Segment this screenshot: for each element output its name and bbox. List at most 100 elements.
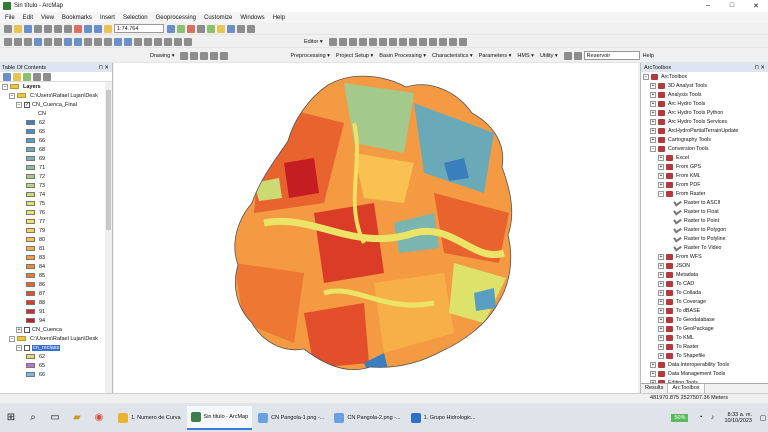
- rectangle-icon[interactable]: [200, 51, 209, 60]
- tab-results[interactable]: Results: [641, 384, 669, 393]
- menu-view[interactable]: View: [41, 15, 54, 21]
- menu-selection[interactable]: Selection: [123, 15, 148, 21]
- toolbox-item[interactable]: +3D Analyst Tools: [641, 81, 768, 90]
- minimize-button[interactable]: –: [696, 2, 720, 10]
- identify-icon[interactable]: [114, 37, 122, 46]
- menu-geoprocessing[interactable]: Geoprocessing: [156, 15, 196, 21]
- font-color-icon[interactable]: [220, 51, 229, 60]
- chrome-icon[interactable]: ◉: [88, 407, 110, 429]
- toolbox-item[interactable]: + From GPS: [641, 162, 768, 171]
- toolbox-item[interactable]: Raster to Polygon: [641, 225, 768, 234]
- legend-swatch[interactable]: [26, 372, 35, 377]
- layer-visibility-checkbox[interactable]: [24, 344, 30, 351]
- taskbar-app-button[interactable]: CN Pangola-1.png -...: [254, 406, 328, 430]
- task-view-icon[interactable]: ▭: [44, 407, 66, 429]
- cut-icon[interactable]: [44, 24, 52, 33]
- zoom-out-icon[interactable]: [14, 37, 22, 46]
- toolbox-item[interactable]: + Analysis Tools: [641, 90, 768, 99]
- expand-icon[interactable]: +: [658, 271, 664, 278]
- layer-cn-cuenca-row[interactable]: + CN_Cuenca: [0, 325, 112, 334]
- legend-swatch[interactable]: [26, 300, 35, 305]
- copy-icon[interactable]: [54, 24, 62, 33]
- list-by-drawing-order-icon[interactable]: [3, 72, 11, 81]
- expand-icon[interactable]: +: [658, 289, 664, 296]
- preprocessing-menu[interactable]: Preprocessing ▾: [290, 53, 329, 59]
- table-of-contents-icon[interactable]: [177, 24, 185, 33]
- collapse-icon[interactable]: −: [9, 92, 15, 99]
- rotate-element-icon[interactable]: [190, 51, 199, 60]
- rotate-icon[interactable]: [428, 37, 437, 46]
- attributes-icon[interactable]: [438, 37, 447, 46]
- editor-toolbar-icon[interactable]: [167, 24, 175, 33]
- catalog-icon[interactable]: [207, 24, 215, 33]
- toolbox-item[interactable]: + To Raster: [641, 342, 768, 351]
- fixed-zoom-out-icon[interactable]: [54, 37, 62, 46]
- toolbox-item[interactable]: + Excel: [641, 153, 768, 162]
- tab-arctoolbox[interactable]: ArcToolbox: [668, 384, 705, 393]
- expand-icon[interactable]: +: [650, 370, 656, 377]
- menu-edit[interactable]: Edit: [23, 15, 33, 21]
- layer-name-selected[interactable]: cn_reclass: [32, 344, 61, 351]
- menu-insert[interactable]: Insert: [100, 15, 115, 21]
- toolbox-item[interactable]: + From PDF: [641, 180, 768, 189]
- hydro-tool-2-icon[interactable]: [247, 24, 255, 33]
- go-to-xy-icon[interactable]: [164, 37, 172, 46]
- collapse-icon[interactable]: +: [650, 91, 656, 98]
- save-icon[interactable]: [24, 24, 32, 33]
- pan-icon[interactable]: [24, 37, 32, 46]
- toolbox-item[interactable]: Raster to Float: [641, 207, 768, 216]
- collapse-icon[interactable]: −: [650, 145, 656, 152]
- sketch-properties-icon[interactable]: [448, 37, 457, 46]
- taskbar-app-button[interactable]: 1. Numero de Curva: [114, 406, 185, 430]
- basin-processing-menu[interactable]: Basin Processing ▾: [379, 53, 426, 59]
- hydro-b-icon[interactable]: [573, 51, 582, 60]
- network-icon[interactable]: ◔: [694, 407, 706, 429]
- expand-icon[interactable]: +: [658, 325, 664, 332]
- print-icon[interactable]: [34, 24, 42, 33]
- legend-swatch[interactable]: [26, 363, 35, 368]
- fixed-zoom-in-icon[interactable]: [44, 37, 52, 46]
- html-popup-icon[interactable]: [134, 37, 142, 46]
- new-document-icon[interactable]: [4, 24, 12, 33]
- toolbox-item[interactable]: Raster to ASCII: [641, 198, 768, 207]
- menu-customize[interactable]: Customize: [204, 15, 232, 21]
- legend-swatch[interactable]: [26, 210, 35, 215]
- delete-icon[interactable]: [74, 24, 82, 33]
- toolbox-item[interactable]: + Arc Hydro Tools Services: [641, 117, 768, 126]
- reservoir-combo[interactable]: Reservoir: [583, 51, 640, 60]
- characteristics-menu[interactable]: Characteristics ▾: [432, 53, 473, 59]
- legend-swatch[interactable]: [26, 291, 35, 296]
- menu-help[interactable]: Help: [273, 15, 285, 21]
- layer-visibility-checkbox[interactable]: ✓: [24, 101, 30, 108]
- expand-icon[interactable]: +: [650, 361, 656, 368]
- collapse-icon[interactable]: +: [658, 181, 664, 188]
- menu-file[interactable]: File: [5, 15, 15, 21]
- toolbox-item[interactable]: + Arc Hydro Tools: [641, 99, 768, 108]
- options-icon[interactable]: [43, 72, 51, 81]
- measure-icon[interactable]: [144, 37, 152, 46]
- back-extent-icon[interactable]: [64, 37, 72, 46]
- redo-icon[interactable]: [94, 24, 102, 33]
- pin-close-icon[interactable]: ⊓ ✕: [99, 65, 109, 71]
- toolbox-item[interactable]: + Data Interoperability Tools: [641, 360, 768, 369]
- toolbox-item[interactable]: + From WFS: [641, 252, 768, 261]
- expand-icon[interactable]: +: [658, 334, 664, 341]
- clock-date[interactable]: 10/10/2023: [724, 418, 752, 424]
- reshape-icon[interactable]: [398, 37, 407, 46]
- drawing-menu[interactable]: Drawing ▾: [150, 53, 174, 59]
- create-viewer-icon[interactable]: [184, 37, 192, 46]
- legend-swatch[interactable]: [26, 183, 35, 188]
- menu-windows[interactable]: Windows: [240, 15, 264, 21]
- project-setup-menu[interactable]: Project Setup ▾: [336, 53, 373, 59]
- toolbox-item[interactable]: − Conversion Tools: [641, 144, 768, 153]
- legend-swatch[interactable]: [26, 192, 35, 197]
- edit-vertices-icon[interactable]: [388, 37, 397, 46]
- expand-icon[interactable]: +: [658, 262, 664, 269]
- collapse-icon[interactable]: +: [650, 127, 656, 134]
- layer-cn-reclass-row[interactable]: − cn_reclass: [0, 343, 112, 352]
- battery-indicator[interactable]: 50%: [671, 413, 689, 422]
- toc-scrollbar[interactable]: [105, 82, 112, 393]
- legend-swatch[interactable]: [26, 219, 35, 224]
- edit-annotation-icon[interactable]: [338, 37, 347, 46]
- toolbox-item[interactable]: + From KML: [641, 171, 768, 180]
